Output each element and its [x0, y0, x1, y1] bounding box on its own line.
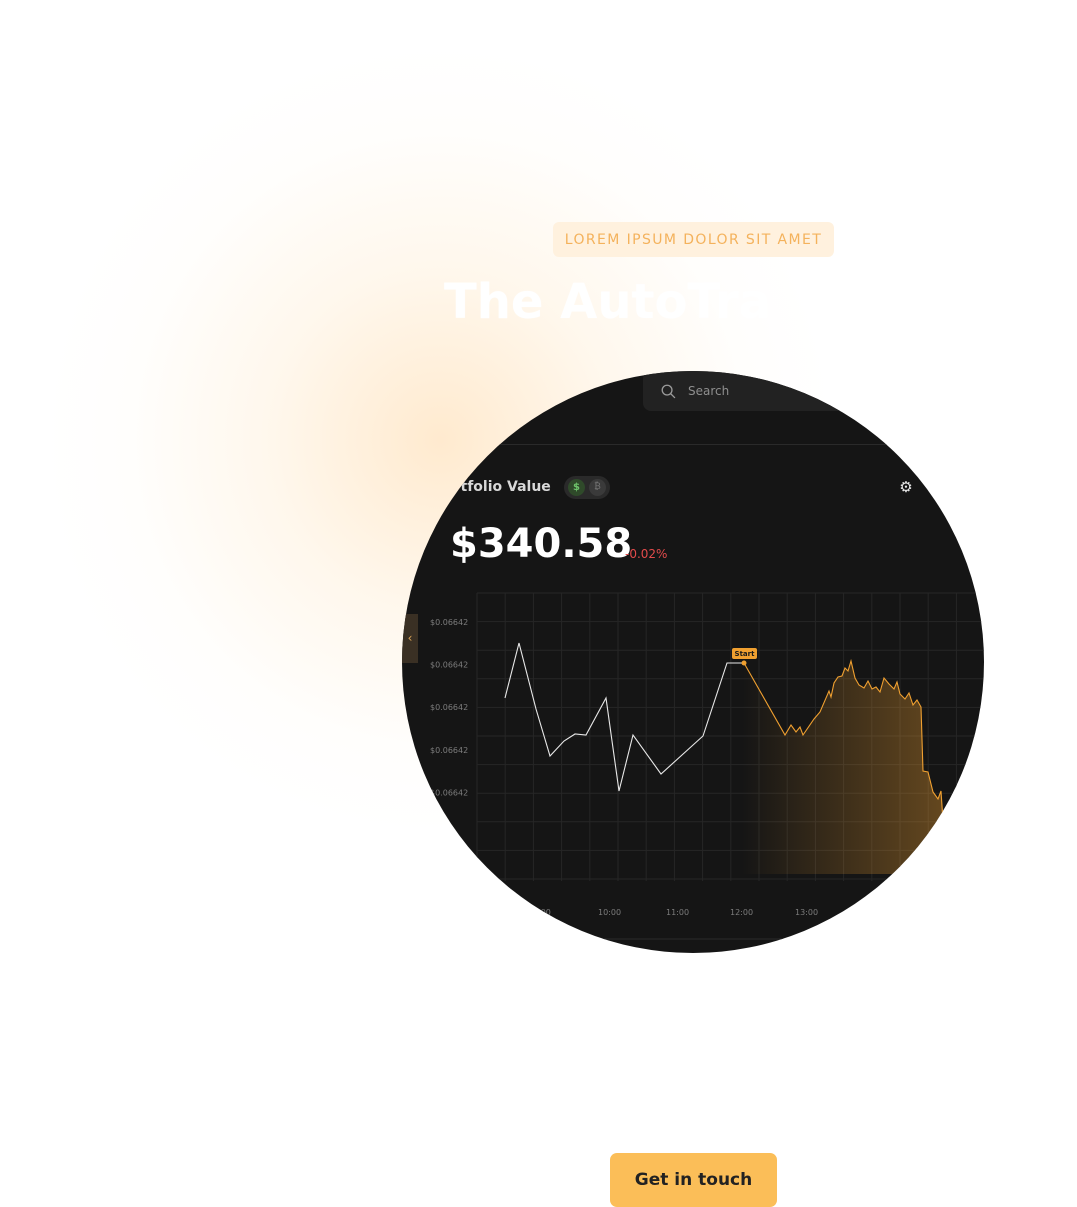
get-in-touch-button[interactable]: Get in touch	[610, 1153, 777, 1207]
y-tick-label: $0.06642	[430, 703, 468, 712]
y-tick-label: $0.06642	[430, 788, 468, 797]
x-tick-label: :00	[538, 908, 551, 917]
dashboard-preview: Search ortfolio Value $ ₿ ⚙ $340.58 -0.0…	[402, 371, 984, 953]
chart-plot: Start	[504, 642, 955, 878]
x-tick-label: 12:00	[730, 908, 753, 917]
eyebrow-badge: LOREM IPSUM DOLOR SIT AMET	[553, 222, 834, 257]
x-tick-label: 10:00	[598, 908, 621, 917]
x-tick-label: 13:00	[795, 908, 818, 917]
y-axis: $0.06642 $0.06642 $0.06642 $0.06642 $0.06642…	[430, 618, 468, 840]
price-chart: $0.06642 $0.06642 $0.06642 $0.06642 $0.06642…	[402, 592, 984, 940]
start-annotation: Start	[735, 650, 756, 658]
y-tick-label: $0.06642	[430, 661, 468, 670]
y-tick-label: $0.06642	[430, 746, 468, 755]
start-marker	[741, 660, 747, 666]
hero-title: The AutoTra	[444, 274, 771, 330]
eyebrow-text: LOREM IPSUM DOLOR SIT AMET	[564, 231, 823, 248]
y-tick-label: $0.06642	[430, 618, 468, 627]
x-axis: :00 10:00 11:00 12:00 13:00	[538, 908, 818, 917]
x-tick-label: 11:00	[666, 908, 689, 917]
y-tick-label: $0.066	[430, 831, 458, 840]
series-white-line	[504, 642, 742, 792]
series-orange-area	[742, 661, 954, 877]
